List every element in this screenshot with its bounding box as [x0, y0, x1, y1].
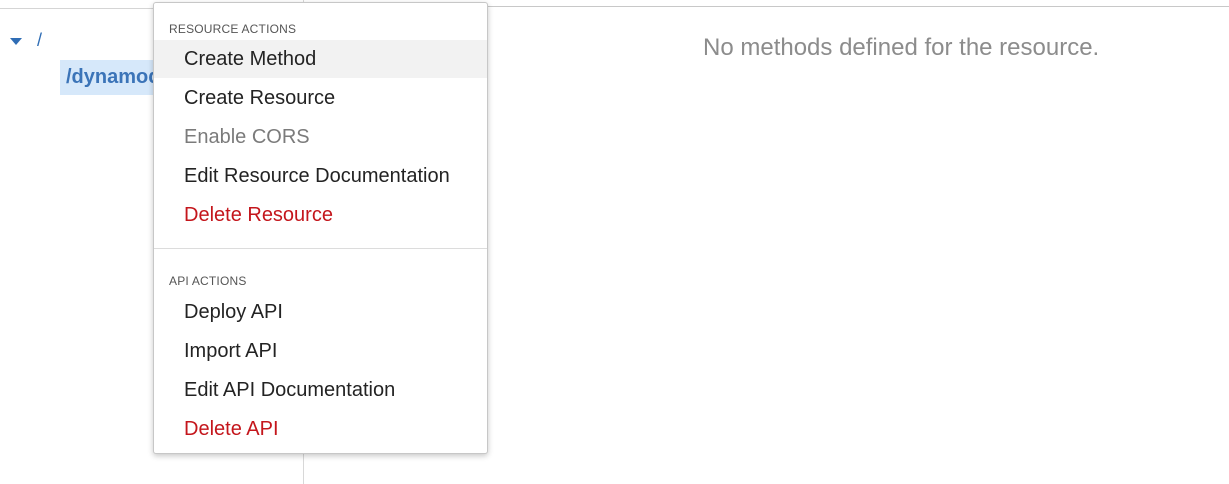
actions-dropdown-menu: RESOURCE ACTIONS Create Method Create Re…	[153, 2, 488, 454]
deploy-api-item[interactable]: Deploy API	[154, 293, 487, 331]
resource-actions-header: RESOURCE ACTIONS	[169, 22, 297, 36]
create-method-item[interactable]: Create Method	[154, 40, 487, 78]
delete-resource-item[interactable]: Delete Resource	[154, 196, 487, 234]
edit-resource-documentation-item[interactable]: Edit Resource Documentation	[154, 157, 487, 195]
import-api-item[interactable]: Import API	[154, 332, 487, 370]
tree-root-node[interactable]: /	[10, 30, 42, 51]
top-divider-right	[488, 6, 1229, 7]
enable-cors-item: Enable CORS	[184, 126, 310, 148]
api-actions-header: API ACTIONS	[169, 274, 247, 288]
empty-methods-message: No methods defined for the resource.	[703, 34, 1100, 61]
api-gateway-resources-page: / /dynamodb No methods defined for the r…	[0, 0, 1229, 484]
top-divider-left	[0, 8, 160, 9]
edit-api-documentation-item[interactable]: Edit API Documentation	[154, 371, 487, 409]
tree-root-label: /	[37, 30, 43, 50]
delete-api-item[interactable]: Delete API	[154, 410, 487, 448]
menu-divider	[154, 248, 487, 249]
create-resource-item[interactable]: Create Resource	[154, 79, 487, 117]
caret-down-icon[interactable]	[10, 38, 22, 45]
